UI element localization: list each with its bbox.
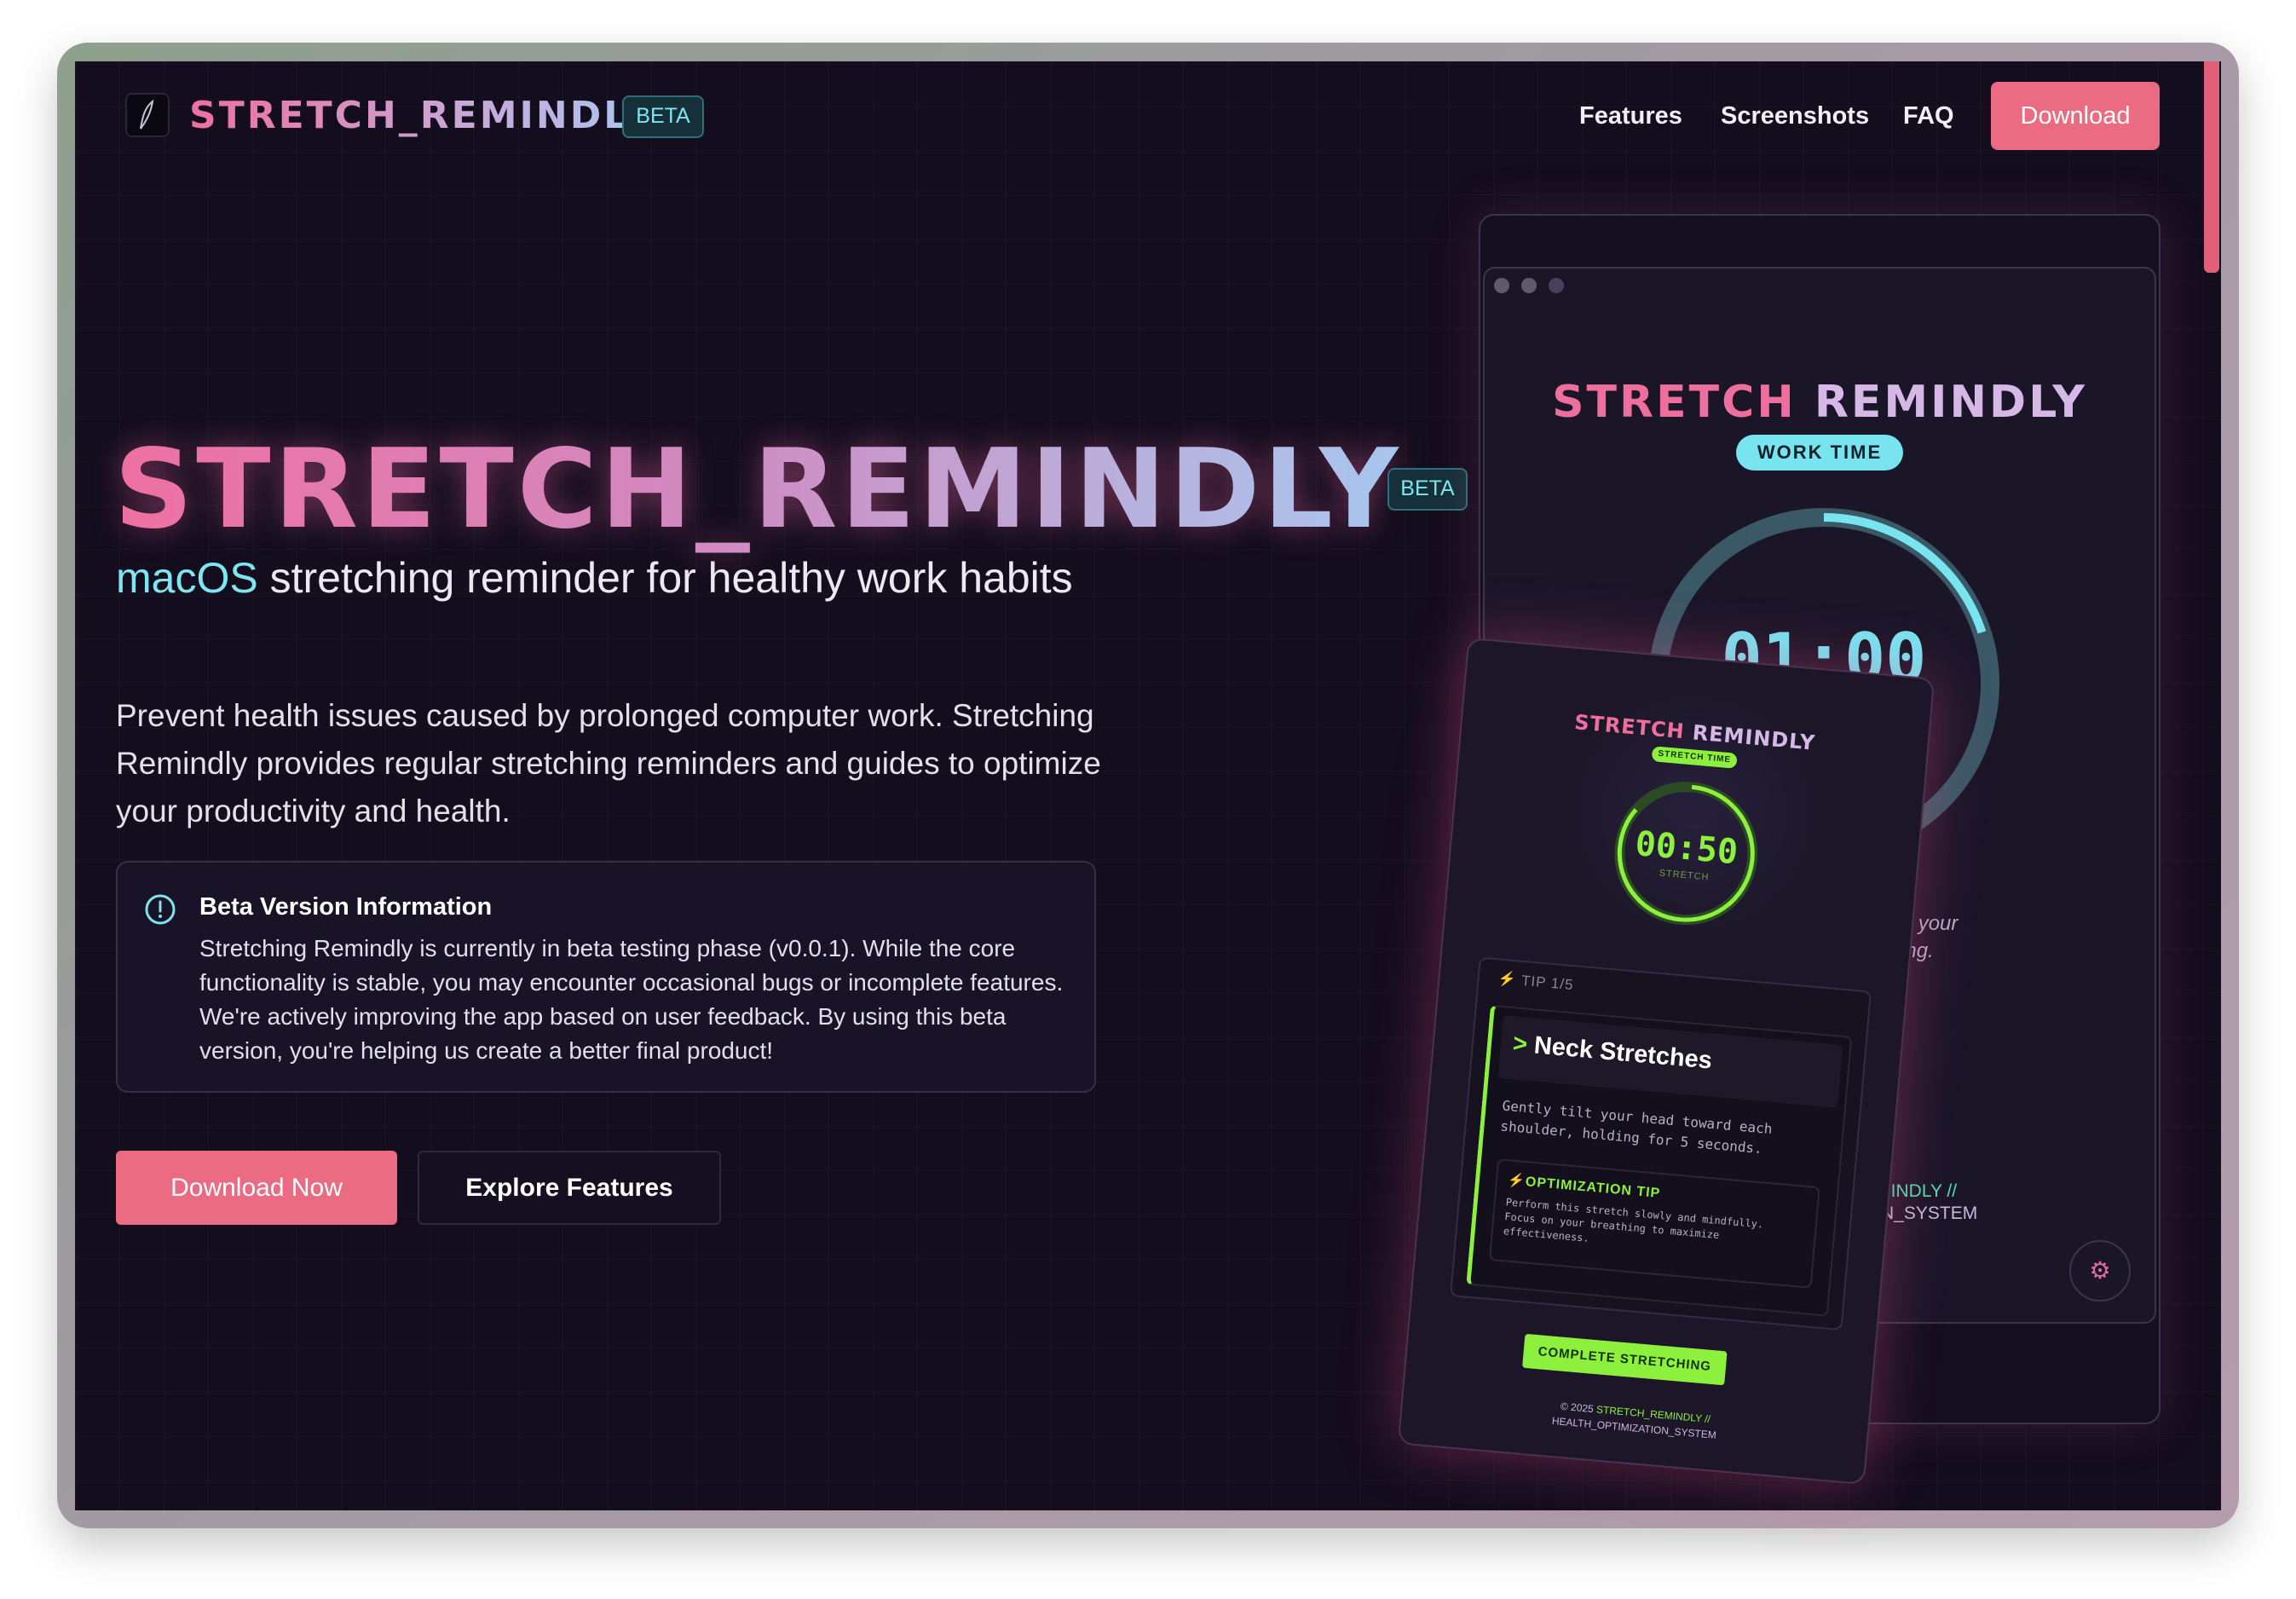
hero-subtitle: macOS stretching reminder for healthy wo…	[116, 551, 1087, 605]
hero-description: Prevent health issues caused by prolonge…	[116, 698, 1101, 828]
subtitle-text: stretching reminder for healthy work hab…	[257, 554, 1073, 602]
nav-download-button[interactable]: Download	[1991, 82, 2160, 150]
app-logo-icon[interactable]	[125, 93, 170, 137]
window-minimize-dot	[1521, 278, 1537, 293]
subtitle-accent: macOS	[116, 554, 258, 602]
leaf-icon	[140, 99, 154, 130]
notice-title: Beta Version Information	[199, 893, 493, 921]
hero-title: STRETCH_REMINDLY	[114, 426, 1402, 553]
hero-beta-badge: BETA	[1387, 468, 1468, 511]
download-now-button[interactable]: Download Now	[116, 1151, 397, 1225]
mockup-title-b: REMINDLY	[1814, 377, 2087, 428]
bolt-icon: ⚡	[1507, 1173, 1526, 1190]
work-time-badge: WORK TIME	[1736, 435, 1903, 470]
mockup-title: STRETCH REMINDLY	[1483, 375, 2156, 430]
nav-brand[interactable]: STRETCH_REMINDLY	[189, 92, 654, 140]
nav-link-faq[interactable]: FAQ	[1903, 99, 1954, 133]
explore-features-button[interactable]: Explore Features	[418, 1151, 721, 1225]
window-zoom-dot	[1549, 278, 1564, 293]
nav-beta-badge: BETA	[622, 95, 704, 138]
nav-link-features[interactable]: Features	[1579, 99, 1682, 133]
scrollbar-thumb[interactable]	[2204, 61, 2219, 273]
notice-body: Stretching Remindly is currently in beta…	[199, 935, 1064, 1064]
stretch-mockup-card: STRETCH REMINDLY STRETCH TIME 00:50 STRE…	[1397, 637, 1935, 1486]
mockup-title-a: STRETCH	[1552, 377, 1814, 428]
chevron-right-icon: >	[1511, 1030, 1529, 1059]
nav-link-screenshots[interactable]: Screenshots	[1721, 99, 1869, 133]
window-close-dot	[1494, 278, 1509, 293]
gear-icon[interactable]: ⚙	[2069, 1240, 2131, 1302]
bolt-icon: ⚡	[1497, 970, 1518, 989]
info-icon	[145, 894, 176, 925]
complete-stretching-button[interactable]: COMPLETE STRETCHING	[1522, 1333, 1728, 1386]
footer-prefix: © 2025	[1560, 1400, 1597, 1416]
tip-counter-text: TIP 1/5	[1520, 972, 1575, 994]
